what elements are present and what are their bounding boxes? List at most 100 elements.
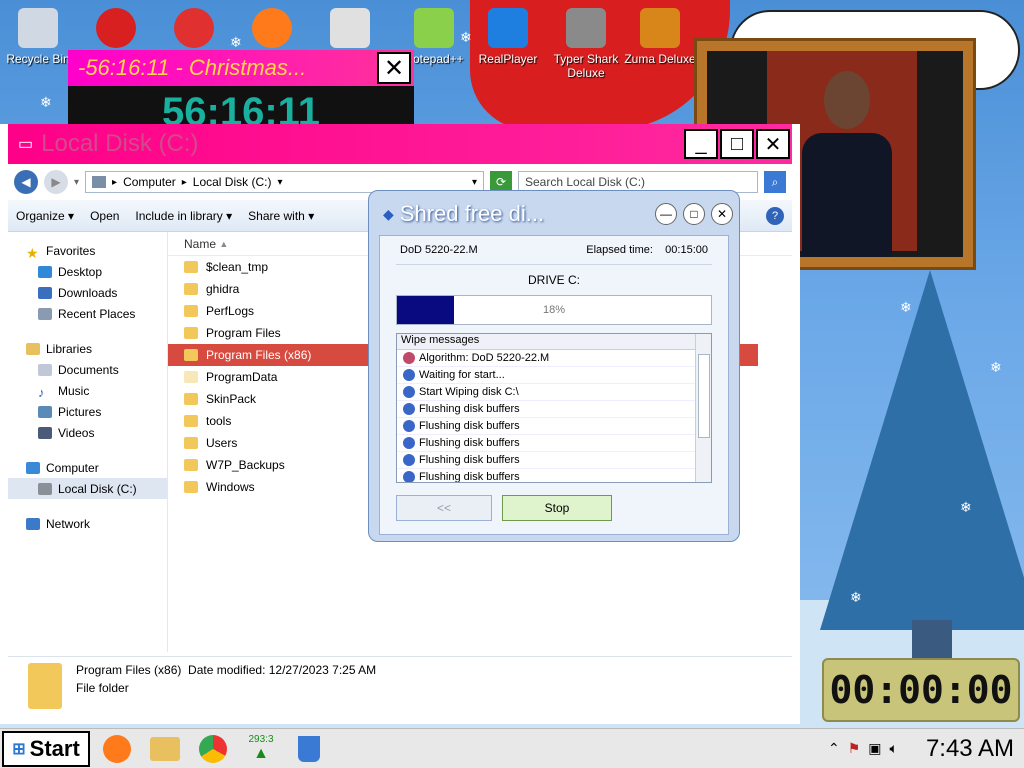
search-icon[interactable]: ⌕ xyxy=(764,171,786,193)
share-with-menu[interactable]: Share with ▾ xyxy=(248,209,314,223)
folder-icon xyxy=(184,305,198,317)
taskbar-shredder[interactable] xyxy=(288,731,330,767)
info-icon xyxy=(403,454,415,466)
explorer-titlebar[interactable]: ▭ Local Disk (C:) _ □ ✕ xyxy=(8,124,792,164)
nav-music[interactable]: ♪ Music xyxy=(8,380,167,401)
christmas-tree-wallpaper xyxy=(820,270,1024,630)
start-button[interactable]: ⊞ Start xyxy=(2,730,90,767)
nav-network[interactable]: Network xyxy=(8,513,167,534)
nav-documents[interactable]: Documents xyxy=(8,359,167,380)
nav-computer[interactable]: Computer xyxy=(8,457,167,478)
taskbar-firefox[interactable] xyxy=(96,731,138,767)
recent-pages-dropdown-icon[interactable]: ▾ xyxy=(74,177,79,188)
downloads-icon xyxy=(38,286,52,299)
info-icon xyxy=(403,437,415,449)
nav-videos[interactable]: Videos xyxy=(8,422,167,443)
nav-libraries[interactable]: Libraries xyxy=(8,338,167,359)
network-status-icon[interactable]: ▣ xyxy=(868,740,881,757)
snowflake-icon: ❄ xyxy=(900,300,912,316)
desktop-icon-firefox[interactable] xyxy=(234,8,310,52)
list-item[interactable]: Flushing disk buffers xyxy=(397,469,699,482)
network-icon xyxy=(26,517,40,530)
help-icon[interactable]: ? xyxy=(766,206,784,225)
documents-icon xyxy=(38,363,52,376)
search-placeholder: Search Local Disk (C:) xyxy=(525,175,646,189)
desktop-icon-shrine[interactable] xyxy=(312,8,388,52)
desktop-icon-game[interactable] xyxy=(78,8,154,52)
back-arrow-icon[interactable]: ◀ xyxy=(14,170,38,194)
minimize-button[interactable]: _ xyxy=(684,129,718,159)
firefox-icon xyxy=(252,8,292,48)
nav-downloads[interactable]: Downloads xyxy=(8,282,167,303)
navigation-pane: ★ Favorites Desktop Downloads Recent Plac… xyxy=(8,232,168,652)
list-item[interactable]: Waiting for start... xyxy=(397,367,699,384)
info-icon xyxy=(403,403,415,415)
breadcrumb-local-disk[interactable]: Local Disk (C:) xyxy=(193,175,272,189)
star-icon: ★ xyxy=(26,244,39,261)
shred-title: Shred free di... xyxy=(399,201,545,226)
countdown-titlebar[interactable]: -56:16:11 - Christmas... ✕ xyxy=(68,50,414,86)
notepadpp-icon xyxy=(414,8,454,48)
folder-icon xyxy=(184,437,198,449)
taskbar-chrome[interactable] xyxy=(192,731,234,767)
breadcrumb-dropdown-icon[interactable]: ▾ xyxy=(277,177,282,188)
details-modified: 12/27/2023 7:25 AM xyxy=(268,663,377,677)
volume-icon[interactable]: 🔈︎ xyxy=(890,740,898,757)
christmas-countdown-gadget[interactable]: -56:16:11 - Christmas... ✕ 56:16:11 xyxy=(68,50,414,134)
close-button[interactable]: ✕ xyxy=(756,129,790,159)
list-item[interactable]: Flushing disk buffers xyxy=(397,418,699,435)
shred-close-button[interactable]: ✕ xyxy=(711,203,733,225)
list-item[interactable]: Algorithm: DoD 5220-22.M xyxy=(397,350,699,367)
nav-recent-places[interactable]: Recent Places xyxy=(8,303,167,324)
shredder-icon xyxy=(298,735,320,762)
list-item[interactable]: Flushing disk buffers xyxy=(397,435,699,452)
maximize-button[interactable]: □ xyxy=(720,129,754,159)
nav-desktop[interactable]: Desktop xyxy=(8,261,167,282)
forward-arrow-icon[interactable]: ▶ xyxy=(44,170,68,194)
taskbar-countdown[interactable]: 293:3 ▲ xyxy=(240,731,282,767)
show-hidden-icons-icon[interactable]: ⌃ xyxy=(828,740,840,757)
messages-scrollbar[interactable] xyxy=(695,334,711,482)
back-button[interactable]: << xyxy=(396,495,492,521)
breadcrumb-computer[interactable]: Computer xyxy=(123,175,176,189)
desktop-icon-realplayer[interactable]: RealPlayer xyxy=(470,8,546,66)
window-title: Local Disk (C:) xyxy=(41,130,199,157)
nav-pictures[interactable]: Pictures xyxy=(8,401,167,422)
scrollbar-thumb[interactable] xyxy=(698,354,710,438)
videos-icon xyxy=(38,426,52,439)
taskbar-explorer[interactable] xyxy=(144,731,186,767)
desktop-icon-zuma[interactable]: Zuma Deluxe xyxy=(622,8,698,66)
stop-button[interactable]: Stop xyxy=(502,495,612,521)
nav-favorites[interactable]: ★ Favorites xyxy=(8,240,167,261)
countdown-close-button[interactable]: ✕ xyxy=(377,52,411,84)
shred-titlebar[interactable]: ◆ Shred free di... — □ ✕ xyxy=(375,197,733,231)
clock-gadget[interactable]: 00:00:00 xyxy=(822,658,1020,722)
open-button[interactable]: Open xyxy=(90,209,119,223)
nav-local-disk[interactable]: Local Disk (C:) xyxy=(8,478,167,499)
details-type: File folder xyxy=(76,681,129,695)
pictures-icon xyxy=(38,405,52,418)
organize-menu[interactable]: Organize ▾ xyxy=(16,209,74,223)
taskbar: ⊞ Start 293:3 ▲ ⌃ ⚑ ▣ 🔈︎ 7:43 AM xyxy=(0,728,1024,768)
clock-time[interactable]: 7:43 AM xyxy=(926,735,1014,763)
desktop-icon-puffle[interactable] xyxy=(156,8,232,52)
shred-maximize-button[interactable]: □ xyxy=(683,203,705,225)
explorer-icon xyxy=(150,736,180,761)
action-center-icon[interactable]: ⚑ xyxy=(848,740,861,757)
shred-minimize-button[interactable]: — xyxy=(655,203,677,225)
breadcrumb-separator-icon: ▸ xyxy=(112,176,118,188)
snowflake-icon: ❄ xyxy=(990,360,1002,376)
desktop-icon-typer-shark[interactable]: Typer Shark Deluxe xyxy=(548,8,624,80)
include-in-library-menu[interactable]: Include in library ▾ xyxy=(135,209,232,223)
game-icon xyxy=(96,8,136,48)
list-item[interactable]: Flushing disk buffers xyxy=(397,452,699,469)
list-item[interactable]: Flushing disk buffers xyxy=(397,401,699,418)
folder-icon xyxy=(184,349,198,361)
details-pane: Program Files (x86) Date modified: 12/27… xyxy=(8,656,792,716)
recycle-bin-icon xyxy=(18,8,58,48)
address-dropdown-icon[interactable]: ▾ xyxy=(472,177,477,188)
sort-ascending-icon: ▲ xyxy=(219,238,229,249)
folder-icon xyxy=(184,371,198,383)
desktop-icon-recycle-bin[interactable]: Recycle Bin xyxy=(0,8,76,66)
list-item[interactable]: Start Wiping disk C:\ xyxy=(397,384,699,401)
